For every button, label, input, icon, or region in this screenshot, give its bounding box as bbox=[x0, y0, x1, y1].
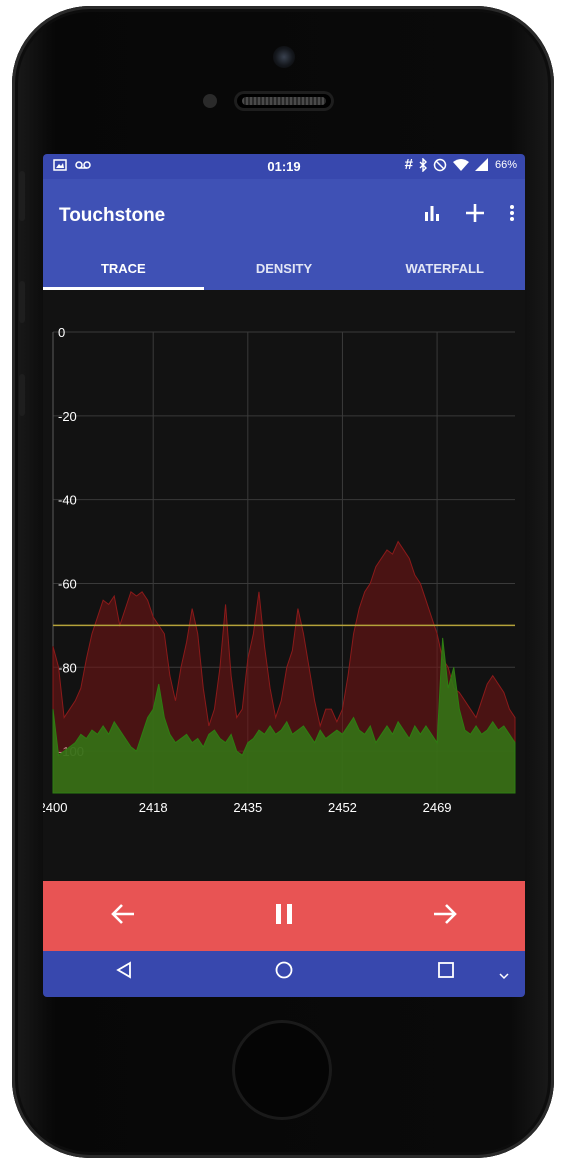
wifi-icon bbox=[452, 159, 469, 171]
y-tick-label: -20 bbox=[58, 409, 77, 424]
y-tick-label: -40 bbox=[58, 493, 77, 508]
tab-trace[interactable]: TRACE bbox=[43, 251, 204, 290]
x-tick-label: 2452 bbox=[328, 800, 357, 815]
y-tick-label: 0 bbox=[58, 325, 65, 340]
pause-icon bbox=[275, 903, 292, 924]
navigation-bar bbox=[43, 951, 525, 997]
spectrum-chart[interactable]: 0-20-40-60-80-10024002418243524522469 bbox=[43, 290, 525, 830]
do-not-disturb-icon bbox=[433, 158, 447, 172]
home-button[interactable] bbox=[232, 1020, 332, 1120]
volume-down-button bbox=[19, 374, 25, 416]
forward-button[interactable] bbox=[415, 903, 475, 930]
back-nav-icon[interactable] bbox=[115, 961, 133, 984]
x-tick-label: 2435 bbox=[233, 800, 262, 815]
battery-level: 66% bbox=[494, 159, 517, 171]
chevron-down-icon[interactable] bbox=[499, 967, 509, 985]
proximity-sensor bbox=[203, 94, 217, 108]
back-button[interactable] bbox=[93, 903, 153, 930]
add-icon[interactable] bbox=[465, 203, 485, 223]
y-tick-label: -60 bbox=[58, 576, 77, 591]
app-bar: Touchstone TRACE DENSITY WATERFALL bbox=[43, 179, 525, 290]
back-arrow-icon bbox=[111, 903, 135, 924]
volume-up-button bbox=[19, 281, 25, 323]
earpiece-speaker bbox=[234, 91, 334, 111]
hash-icon: # bbox=[404, 156, 413, 173]
x-tick-label: 2400 bbox=[43, 800, 67, 815]
recents-nav-icon[interactable] bbox=[437, 961, 455, 984]
bluetooth-icon bbox=[419, 158, 427, 172]
status-bar: 01:19 # 66% bbox=[43, 154, 525, 179]
x-tick-label: 2469 bbox=[423, 800, 452, 815]
playback-controls bbox=[43, 881, 525, 951]
signal-icon bbox=[474, 158, 488, 171]
home-nav-icon[interactable] bbox=[275, 961, 293, 984]
front-camera bbox=[273, 46, 295, 68]
pause-button[interactable] bbox=[254, 903, 314, 930]
tab-bar: TRACE DENSITY WATERFALL bbox=[43, 251, 525, 290]
screen: 01:19 # 66% Touchstone TRACE DENSITY WAT… bbox=[43, 154, 525, 997]
more-vert-icon[interactable] bbox=[509, 204, 515, 222]
tab-density[interactable]: DENSITY bbox=[204, 251, 365, 290]
mute-switch bbox=[19, 171, 25, 221]
app-title: Touchstone bbox=[59, 205, 166, 226]
forward-arrow-icon bbox=[433, 903, 457, 924]
x-tick-label: 2418 bbox=[139, 800, 168, 815]
tab-waterfall[interactable]: WATERFALL bbox=[364, 251, 525, 290]
y-tick-label: -80 bbox=[58, 660, 77, 675]
bar-chart-icon[interactable] bbox=[423, 204, 441, 222]
